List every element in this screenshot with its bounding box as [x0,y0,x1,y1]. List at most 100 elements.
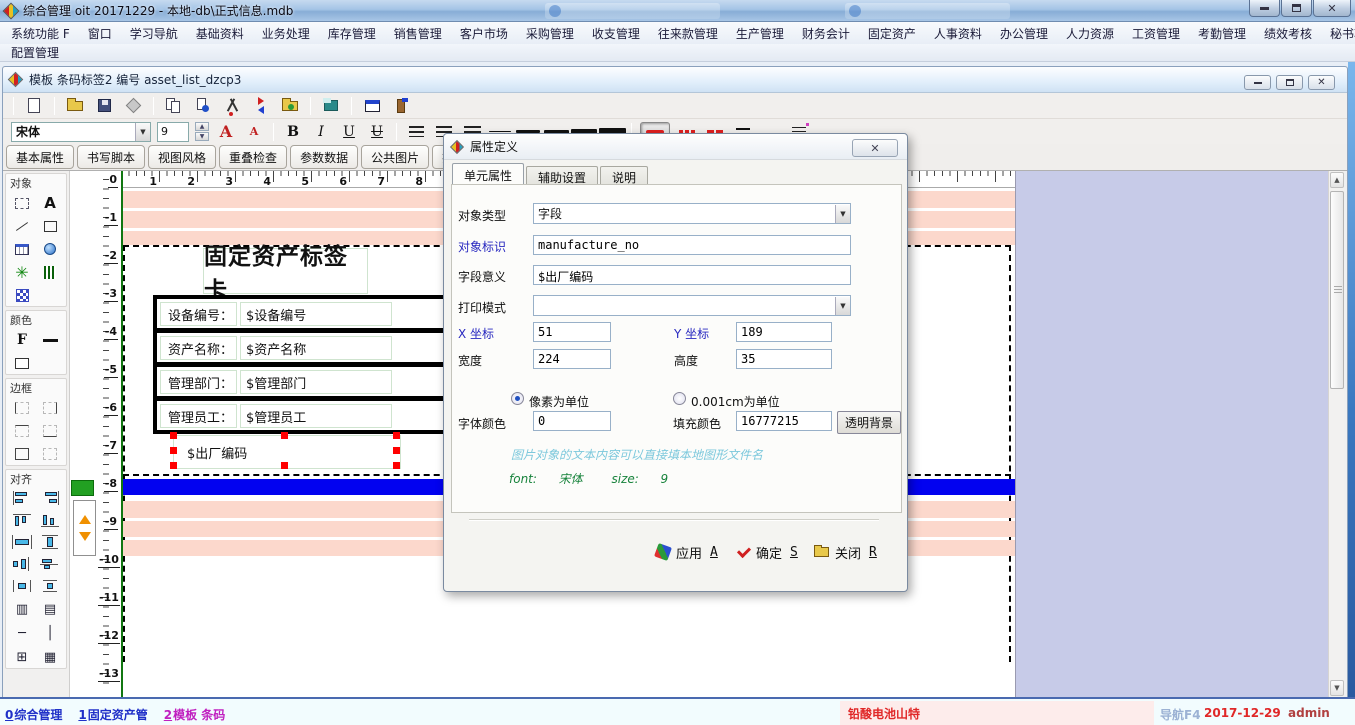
capture-button[interactable] [320,96,342,116]
unit-pixel-radio[interactable] [511,392,524,405]
table-tool[interactable] [11,241,33,257]
font-name-combo[interactable]: 宋体 ▼ [11,122,151,142]
spin-up-icon[interactable]: ▲ [195,122,209,131]
menu-item[interactable]: 配置管理 [2,42,68,63]
object-type-combo[interactable]: 字段 ▼ [533,203,851,224]
row-label-cell[interactable]: 管理员工： [160,404,237,428]
scroll-down-icon[interactable]: ▼ [1330,680,1344,696]
same-height-tool[interactable]: ▤ [39,601,61,617]
text-tool[interactable]: A [39,195,61,211]
open-button[interactable] [64,96,86,116]
space-vertical-tool[interactable] [40,579,60,593]
select-tool[interactable] [11,195,33,211]
editor-tab[interactable]: 公共图片 [361,145,429,169]
menu-item[interactable]: 库存管理 [319,23,385,44]
editor-tab[interactable]: 书写脚本 [77,145,145,169]
menu-item[interactable]: 收支管理 [583,23,649,44]
border-all-tool[interactable] [11,446,33,462]
rect-tool[interactable] [39,218,61,234]
menu-item[interactable]: 考勤管理 [1189,23,1255,44]
window-link-main[interactable]: 0综合管理 [5,706,62,723]
menu-item[interactable]: 窗口 [79,23,121,44]
minimize-button[interactable] [1249,0,1280,17]
child-minimize-button[interactable] [1244,75,1271,90]
editor-tab[interactable]: 参数数据 [290,145,358,169]
image-tool[interactable] [39,241,61,257]
nav-hint[interactable]: 导航F4 [1160,706,1201,723]
qrcode-tool[interactable] [11,287,33,303]
close-button[interactable]: ✕ [1313,0,1351,17]
row-label-cell[interactable]: 资产名称： [160,336,237,360]
editor-tab[interactable]: 重叠检查 [219,145,287,169]
chevron-down-icon[interactable]: ▼ [135,123,150,141]
copy-button[interactable] [163,96,185,116]
exit-button[interactable] [390,96,412,116]
border-top-tool[interactable] [11,423,33,439]
selection-handle[interactable] [393,462,400,469]
paste-button[interactable] [192,96,214,116]
move-up-arrow-icon[interactable] [79,515,91,524]
menu-item[interactable]: 往来款管理 [649,23,727,44]
selection-handle[interactable] [393,432,400,439]
table-grid-tool[interactable]: ▦ [39,649,61,665]
new-button[interactable] [23,96,45,116]
strikethrough-button[interactable]: U [366,122,388,142]
border-right-tool[interactable] [39,400,61,416]
fill-color-input[interactable]: 16777215 [736,411,832,431]
vertical-scrollbar[interactable]: ▲ ▼ [1328,171,1344,697]
row-value-cell[interactable]: $管理员工 [240,404,392,428]
window-link-asset[interactable]: 1固定资产管 [78,706,147,723]
selection-handle[interactable] [281,432,288,439]
editor-tab[interactable]: 视图风格 [148,145,216,169]
swap-button[interactable] [250,96,272,116]
y-input[interactable]: 189 [736,322,832,342]
selection-handle[interactable] [170,462,177,469]
font-larger-button[interactable]: A [215,122,237,142]
menu-item[interactable]: 绩效考核 [1255,23,1321,44]
align-rights-tool[interactable] [40,491,60,505]
row-marker[interactable] [71,480,94,496]
scrollbar-thumb[interactable] [1330,191,1344,389]
vertical-line-tool[interactable]: │ [39,625,61,641]
selection-handle[interactable] [170,447,177,454]
x-input[interactable]: 51 [533,322,611,342]
child-close-button[interactable]: ✕ [1308,75,1335,90]
horizontal-line-tool[interactable]: ─ [11,625,33,641]
menu-item[interactable]: 秘书功能 [1321,23,1355,44]
row-label-cell[interactable]: 设备编号： [160,302,237,326]
chevron-down-icon[interactable]: ▼ [835,205,850,223]
middle-vertical-tool[interactable] [40,557,60,571]
menu-item[interactable]: 学习导航 [121,23,187,44]
image-library-button[interactable] [279,96,301,116]
border-left-tool[interactable] [11,400,33,416]
dialog-close-button[interactable]: ✕ [852,139,898,157]
menu-item[interactable]: 业务处理 [253,23,319,44]
menu-item[interactable]: 财务会计 [793,23,859,44]
menu-item[interactable]: 人力资源 [1057,23,1123,44]
align-left-button[interactable] [405,122,427,142]
fill-color-tool[interactable] [11,355,33,371]
grid-tool[interactable]: ⊞ [11,649,33,665]
align-tops-tool[interactable] [12,513,32,527]
save-button[interactable] [93,96,115,116]
chevron-down-icon[interactable]: ▼ [835,297,850,315]
menu-item[interactable]: 采购管理 [517,23,583,44]
underline-button[interactable]: U [338,122,360,142]
child-restore-button[interactable] [1276,75,1303,90]
label-title-element[interactable]: 固定资产标签卡 [203,248,368,294]
menu-item[interactable]: 生产管理 [727,23,793,44]
middle-horizontal-tool[interactable] [12,557,32,571]
restore-button[interactable] [1281,0,1312,17]
menu-item[interactable]: 客户市场 [451,23,517,44]
object-id-input[interactable]: manufacture_no [533,235,851,255]
menu-item[interactable]: 系统功能 F [2,23,79,44]
window-view-button[interactable] [361,96,383,116]
align-bottoms-tool[interactable] [40,513,60,527]
spin-down-icon[interactable]: ▼ [195,132,209,141]
bold-button[interactable]: B [282,122,304,142]
font-color-input[interactable]: 0 [533,411,611,431]
scroll-up-icon[interactable]: ▲ [1330,172,1344,188]
line-color-tool[interactable] [39,332,61,348]
row-value-cell[interactable]: $设备编号 [240,302,392,326]
space-horizontal-tool[interactable] [12,579,32,593]
